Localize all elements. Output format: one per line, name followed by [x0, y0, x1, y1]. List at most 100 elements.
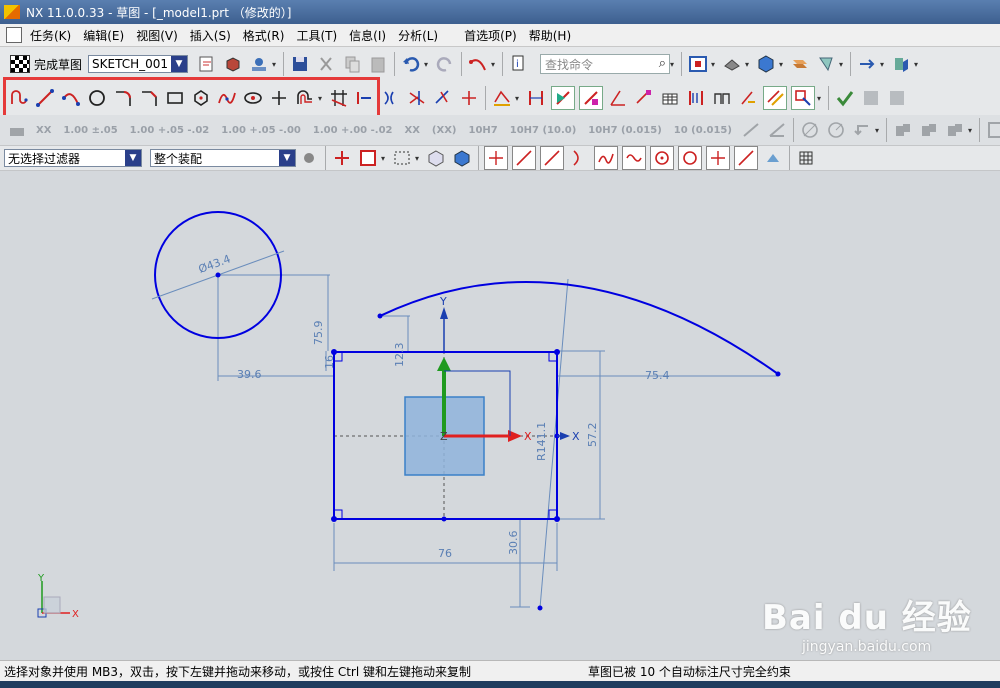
cut-icon[interactable] [315, 53, 337, 75]
menu-help[interactable]: 帮助(H) [523, 27, 577, 44]
save-icon[interactable] [289, 53, 311, 75]
tol-label-2[interactable]: 1.00 +.05 -.02 [130, 125, 210, 136]
reattach-icon[interactable] [222, 53, 244, 75]
angular-dimension-icon[interactable] [607, 87, 629, 109]
menu-insert[interactable]: 插入(S) [184, 27, 237, 44]
selection-filter-select[interactable]: 无选择过滤器 ▼ [4, 149, 142, 167]
ellipse-icon[interactable] [242, 87, 264, 109]
project-curve-icon[interactable] [491, 87, 513, 109]
filter-gear-icon[interactable] [298, 147, 320, 169]
fillet-icon[interactable] [112, 87, 134, 109]
snap-mid-icon[interactable] [540, 146, 564, 170]
driving-dimension-icon[interactable] [633, 87, 655, 109]
line-icon[interactable] [34, 87, 56, 109]
dim-circle-offset-y[interactable]: 75.9 [312, 321, 325, 346]
offset-curve-icon[interactable] [294, 87, 316, 109]
redo-icon[interactable] [434, 53, 456, 75]
snap-point-icon[interactable] [706, 146, 730, 170]
snap-wave-icon[interactable] [622, 146, 646, 170]
check-icon[interactable] [834, 87, 856, 109]
snap-face-icon[interactable] [762, 147, 784, 169]
tol-label-4[interactable]: 1.00 +.00 -.02 [313, 125, 393, 136]
horizontal-dimension-icon[interactable] [685, 87, 707, 109]
render-style-icon[interactable] [721, 53, 743, 75]
extend-icon[interactable] [354, 87, 376, 109]
menu-analysis[interactable]: 分析(L) [392, 27, 444, 44]
dim-left-small[interactable]: 16 [323, 355, 336, 369]
trim-icon[interactable] [328, 87, 350, 109]
tol-label-5[interactable]: XX [405, 125, 420, 136]
menu-preferences[interactable]: 首选项(P) [458, 27, 523, 44]
arc-start-point[interactable] [377, 313, 383, 319]
sketch-name-select[interactable]: SKETCH_001 ▼ [88, 55, 189, 73]
make-corner-icon[interactable] [380, 87, 402, 109]
tol-label-10[interactable]: 10 (0.015) [674, 125, 732, 136]
quick-extend-icon[interactable] [432, 87, 454, 109]
select-faces-icon[interactable] [425, 147, 447, 169]
menu-info[interactable]: 信息(I) [343, 27, 392, 44]
menu-edit[interactable]: 编辑(E) [77, 27, 130, 44]
rectangle-icon[interactable] [164, 87, 186, 109]
auto-constrain-icon[interactable] [579, 86, 603, 110]
dim-radius[interactable]: R141.1 [535, 422, 548, 461]
menu-format[interactable]: 格式(R) [237, 27, 291, 44]
graphics-window[interactable]: Ø43.4 39.6 75.9 16 12.3 75.4 57.2 R141.1… [0, 171, 1000, 660]
snap-endpoint-icon[interactable] [484, 146, 508, 170]
curve-command-icon[interactable] [467, 53, 489, 75]
menu-task[interactable]: 任务(K) [24, 27, 77, 44]
rect-select-icon[interactable] [391, 147, 413, 169]
dim-bottom-offset[interactable]: 30.6 [507, 531, 520, 556]
menu-tools[interactable]: 工具(T) [290, 27, 343, 44]
polygon-icon[interactable] [190, 87, 212, 109]
tol-label-8[interactable]: 10H7 (10.0) [510, 125, 577, 136]
undo-icon[interactable] [400, 53, 422, 75]
gray-block-icon[interactable] [860, 87, 882, 109]
tol-label-1[interactable]: 1.00 ±.05 [63, 125, 117, 136]
tol-label-0[interactable]: XX [36, 125, 51, 136]
point-icon[interactable] [268, 87, 290, 109]
shaded-cube-icon[interactable] [755, 53, 777, 75]
continuous-auto-dimension-icon[interactable] [763, 86, 787, 110]
snap-center-icon[interactable] [650, 146, 674, 170]
assembly-icon[interactable] [890, 53, 912, 75]
snap-icon[interactable] [331, 147, 353, 169]
profile-icon[interactable] [8, 87, 30, 109]
circle-icon[interactable] [86, 87, 108, 109]
geometric-constraint-icon[interactable] [525, 87, 547, 109]
info-icon[interactable]: i [508, 53, 530, 75]
dim-width[interactable]: 76 [438, 547, 452, 560]
sketch-svg[interactable]: Ø43.4 39.6 75.9 16 12.3 75.4 57.2 R141.1… [0, 171, 1000, 660]
layer-icon[interactable] [789, 53, 811, 75]
snap-spline-icon[interactable] [594, 146, 618, 170]
split-curve-icon[interactable] [458, 87, 480, 109]
snap-quadrant-icon[interactable] [678, 146, 702, 170]
dim-circle-offset-x[interactable]: 39.6 [237, 368, 262, 381]
tol-label-9[interactable]: 10H7 (0.015) [588, 125, 662, 136]
helper-point[interactable] [537, 605, 543, 611]
tol-label-6[interactable]: (XX) [432, 125, 457, 136]
snap-intersection-icon[interactable] [734, 146, 758, 170]
quick-trim-icon[interactable] [406, 87, 428, 109]
menu-view[interactable]: 视图(V) [130, 27, 184, 44]
alternate-solution-icon[interactable] [711, 87, 733, 109]
view-section-icon[interactable] [815, 53, 837, 75]
create-inferred-constraints-icon[interactable] [791, 86, 815, 110]
dim-arc-start-y[interactable]: 12.3 [393, 343, 406, 368]
circle-center[interactable] [215, 272, 221, 278]
fit-view-icon[interactable] [687, 53, 709, 75]
assembly-scope-select[interactable]: 整个装配 ▼ [150, 149, 296, 167]
chamfer-icon[interactable] [138, 87, 160, 109]
finish-sketch-button[interactable]: 完成草图 [10, 55, 82, 73]
gray-block-2-icon[interactable] [886, 87, 908, 109]
dim-arc-end-x[interactable]: 75.4 [645, 369, 670, 382]
update-model-icon[interactable] [248, 53, 270, 75]
command-search-input[interactable]: 查找命令 ⌕ [540, 54, 671, 74]
dimension-table-icon[interactable] [659, 87, 681, 109]
app-menu-icon[interactable] [6, 27, 22, 43]
snap-curve-icon[interactable] [568, 147, 590, 169]
tol-label-7[interactable]: 10H7 [468, 125, 497, 136]
orient-view-icon[interactable] [196, 53, 218, 75]
relax-dimension-icon[interactable] [737, 87, 759, 109]
grid-icon[interactable] [795, 147, 817, 169]
select-box-icon[interactable] [357, 147, 379, 169]
